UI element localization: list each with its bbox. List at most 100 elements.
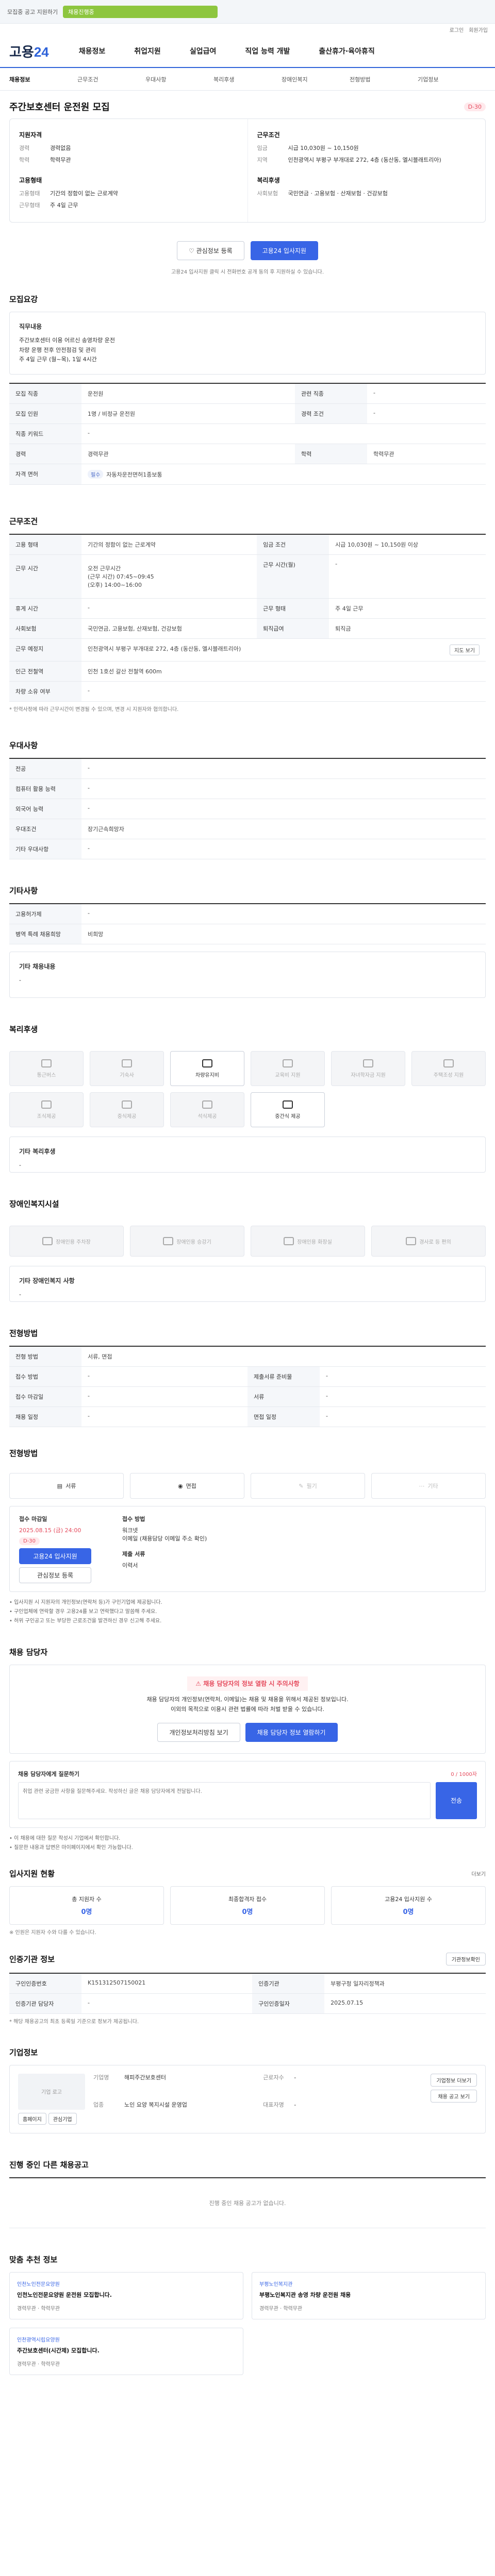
car-icon — [202, 1059, 212, 1067]
login-link[interactable]: 로그인 — [450, 26, 464, 33]
section-selection-title: 전형방법 — [9, 1329, 38, 1338]
tab-recruit[interactable]: 채용정보 — [9, 75, 77, 83]
nav-job-info[interactable]: 채용정보 — [79, 46, 106, 56]
stat-online: 고용24 입사지원 수 0명 — [331, 1886, 486, 1925]
edu-icon — [283, 1059, 293, 1067]
section-recruit-title: 모집요강 — [9, 294, 38, 304]
etc-icon: ⋯ — [419, 1482, 425, 1489]
question-input[interactable] — [18, 1782, 431, 1819]
section-reco-title: 맞춤 추천 정보 — [9, 2255, 58, 2264]
top-status-pill[interactable]: 채용진행중 — [63, 5, 218, 18]
job-title: 주간보호센터 운전원 모집 — [9, 102, 110, 113]
meal-icon — [122, 1059, 132, 1067]
tab-disabled[interactable]: 장애인복지 — [282, 75, 350, 83]
contact-warning: ⚠ 채용 담당자의 정보 열람 시 주의사항 — [187, 1676, 308, 1691]
privacy-policy-button[interactable]: 개인정보처리방침 보기 — [157, 1722, 240, 1742]
child-icon — [363, 1059, 373, 1067]
section-method-title: 전형방법 — [9, 1449, 38, 1459]
summary-recruit-title: 지원자격 — [19, 131, 42, 139]
section-others-title: 진행 중인 다른 채용공고 — [9, 2160, 89, 2170]
reco-card[interactable]: 부평노인복지관 부평노인복지관 송영 차량 운전원 채용 경력무관 · 학력무관 — [252, 2272, 486, 2319]
pen-icon: ✎ — [299, 1482, 304, 1489]
stats-more-link[interactable]: 더보기 — [471, 1870, 486, 1877]
stats-note: ※ 인원은 지원자 수와 다를 수 있습니다. — [9, 1929, 96, 1936]
section-stats-title: 입사지원 현황 — [9, 1869, 55, 1878]
save-interest-button[interactable]: ♡ 관심정보 등록 — [177, 241, 244, 260]
disabled-item: 경사로 등 편의 — [371, 1226, 486, 1257]
section-disabled-title: 장애인복지시설 — [9, 1199, 59, 1209]
etc-table: 고용허가제 - 병역 특례 채용희망 비희망 — [9, 903, 486, 945]
nav-training[interactable]: 직업 능력 개발 — [245, 46, 290, 56]
welfare-item: 조식제공 — [9, 1092, 84, 1128]
company-more-button[interactable]: 기업정보 더보기 — [431, 2073, 477, 2087]
section-welfare-title: 복리후생 — [9, 1025, 38, 1035]
reco-list: 인천노인전문요양원 인천노인전문요양원 운전원 모집합니다. 경력무관 · 학력… — [9, 2272, 486, 2319]
doc-icon: ▤ — [57, 1482, 63, 1489]
company-box: 기업 로고 홈페이지 관심기업 기업명 해피주간보호센터 근로자수 - 업종 노인 요… — [9, 2064, 486, 2133]
method-options: ▤ 서류 ◉ 면접 ✎ 필기 ⋯ 기타 — [9, 1466, 486, 1506]
info-note: * 해당 채용공고의 최초 등록일 기준으로 정보가 제공됩니다. — [9, 2019, 139, 2025]
contact-alert: ⚠ 채용 담당자의 정보 열람 시 주의사항 채용 담당자의 개인정보(연락처,… — [9, 1665, 486, 1754]
site-logo[interactable]: 고용24 — [9, 42, 49, 61]
house-icon — [443, 1059, 454, 1067]
company-logo: 기업 로고 — [18, 2073, 85, 2110]
elevator-icon — [163, 1237, 174, 1246]
qa-notes: • 이 채용에 대한 질문 작성시 기업에서 확인합니다. • 질문한 내용과 … — [9, 1835, 133, 1851]
bus-icon — [41, 1059, 52, 1067]
method-written: ✎ 필기 — [251, 1473, 365, 1499]
tab-preference[interactable]: 우대사항 — [145, 75, 213, 83]
welfare-grid: 통근버스 기숙사 차량유지비 교육비 지원 자녀학자금 지원 주택조성 지원 조식제공 중식제… — [9, 1042, 486, 1137]
view-contact-button[interactable]: 채용 담당자 정보 열람하기 — [245, 1722, 338, 1742]
section-info-title: 인증기관 정보 — [9, 1954, 55, 1964]
question-box: 채용 담당자에게 질문하기 0 / 1000자 전송 — [9, 1760, 486, 1828]
dinner-icon — [202, 1100, 212, 1109]
job-summary-card: 지원자격 경력 경력없음 학력 학력무관 고용형태 고용형태 기간의 정함이 없는 근… — [9, 118, 486, 223]
reco-card[interactable]: 인천노인전문요양원 인천노인전문요양원 운전원 모집합니다. 경력무관 · 학력… — [9, 2272, 243, 2319]
nav-unemployment[interactable]: 실업급여 — [190, 46, 217, 56]
selection-table: 전형 방법 서류, 면접 접수 방법 - 제출서류 준비물 - 접수 마감일 - 서류 - 채… — [9, 1346, 486, 1428]
section-condition-title: 근무조건 — [9, 517, 38, 527]
company-jobs-button[interactable]: 채용 공고 보기 — [431, 2089, 477, 2103]
question-send-button[interactable]: 전송 — [436, 1782, 477, 1819]
alert-icon: ⚠ — [195, 1680, 204, 1688]
tab-company[interactable]: 기업정보 — [418, 75, 486, 83]
welfare-item: 교육비 지원 — [251, 1051, 325, 1087]
save-interest-button-2[interactable]: 관심정보 등록 — [19, 1567, 91, 1584]
nav-parental-leave[interactable]: 출산휴가·육아휴직 — [319, 46, 374, 56]
signup-link[interactable]: 회원가입 — [469, 26, 488, 33]
welfare-item: 주택조성 지원 — [411, 1051, 486, 1087]
recruit-table: 모집 직종 운전원 관련 직종 - 모집 인원 1명 / 비정규 운전원 경력 조건 - 직… — [9, 383, 486, 485]
welfare-etc-box: 기타 복리후생 - — [9, 1137, 486, 1173]
heart-icon: ♡ — [189, 247, 196, 255]
tab-welfare[interactable]: 복리후생 — [213, 75, 282, 83]
homepage-button[interactable]: 홈페이지 — [18, 2112, 46, 2125]
apply-button-2[interactable]: 고용24 입사지원 — [19, 1548, 91, 1565]
main-nav: 채용정보 취업지원 실업급여 직업 능력 개발 출산휴가·육아휴직 — [79, 46, 486, 56]
follow-company-button[interactable]: 관심기업 — [48, 2112, 77, 2125]
etc-icon — [283, 1100, 293, 1109]
section-company-title: 기업정보 — [9, 2047, 38, 2057]
nav-job-support[interactable]: 취업지원 — [134, 46, 161, 56]
ramp-icon — [406, 1237, 417, 1246]
parking-icon — [42, 1237, 53, 1246]
condition-table: 고용 형태 기간의 정함이 없는 근로계약 임금 조건 시급 10,030원 ~ 10… — [9, 534, 486, 702]
reco-card[interactable]: 인천광역시립요양원 주간보호센터(시간제) 모집합니다. 경력무관 · 학력무관 — [9, 2327, 243, 2375]
restroom-icon — [284, 1237, 294, 1246]
tab-selection[interactable]: 전형방법 — [350, 75, 418, 83]
summary-employ-title: 고용형태 — [19, 176, 42, 184]
duty-box: 직무내용 주간보호센터 이용 어르신 송영차량 운전 차량 운행 전후 안전점검… — [9, 311, 486, 375]
map-button[interactable]: 지도 보기 — [450, 645, 480, 656]
tab-condition[interactable]: 근무조건 — [77, 75, 145, 83]
apply-button[interactable]: 고용24 입사지원 — [250, 241, 318, 260]
welfare-item: 차량유지비 — [170, 1051, 244, 1087]
disabled-item: 장애인용 승강기 — [130, 1226, 244, 1257]
others-empty: 진행 중인 채용 공고가 없습니다. — [9, 2177, 486, 2228]
stat-final: 최종합격자 접수 0명 — [170, 1886, 325, 1925]
info-check-button[interactable]: 기관정보확인 — [446, 1952, 486, 1965]
disabled-item: 장애인용 주차장 — [9, 1226, 124, 1257]
disabled-grid: 장애인용 주차장 장애인용 승강기 장애인용 화장실 경사로 등 편의 — [9, 1216, 486, 1266]
method-etc: ⋯ 기타 — [371, 1473, 486, 1499]
apply-hint: 고용24 입사지원 클릭 시 전화번호 공개 동의 후 지원하실 수 있습니다. — [171, 269, 324, 275]
etc-note-box: 기타 채용내용 - — [9, 952, 486, 998]
top-notice-text: 모집중 공고 지원하기 — [7, 8, 58, 15]
